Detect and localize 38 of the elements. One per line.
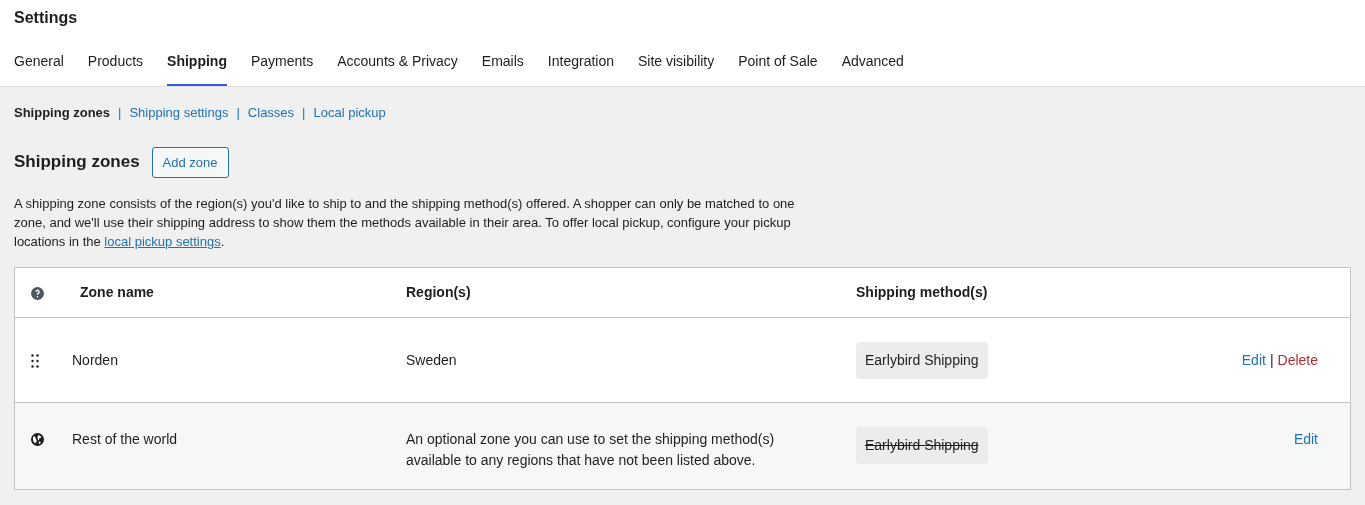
page-title: Settings <box>14 8 79 28</box>
subnav-link[interactable]: Classes <box>247 103 295 123</box>
shipping-method-tag: Earlybird Shipping <box>856 427 988 465</box>
settings-tab[interactable]: Site visibility <box>638 51 715 87</box>
column-header: Zone name <box>80 284 154 301</box>
edit-link[interactable]: Edit <box>1293 429 1318 451</box>
separator: | <box>236 104 240 123</box>
settings-tab[interactable]: Integration <box>547 51 614 87</box>
settings-tab[interactable]: Point of Sale <box>738 51 818 87</box>
settings-tab[interactable]: Emails <box>481 51 524 87</box>
region-text: Sweden <box>406 351 457 368</box>
region-text: An optional zone you can use to set the shipping method(s) available to any regions that have not been listed above. <box>406 431 775 469</box>
zone-name: Norden <box>72 351 118 368</box>
separator: | <box>1269 350 1274 370</box>
settings-tab[interactable]: Products <box>87 51 144 87</box>
column-header: Region(s) <box>406 284 471 301</box>
settings-tab[interactable]: General <box>14 51 64 87</box>
subnav-link[interactable]: Shipping settings <box>129 103 229 123</box>
column-header: Shipping method(s) <box>856 284 988 301</box>
subnav-link[interactable]: Shipping zones <box>14 103 111 123</box>
shipping-method-tag: Earlybird Shipping <box>856 341 988 379</box>
settings-tab[interactable]: Payments <box>250 51 314 87</box>
delete-link[interactable]: Delete <box>1277 349 1318 371</box>
add-zone-button[interactable]: Add zone <box>151 146 229 179</box>
subnav-link[interactable]: Local pickup <box>313 103 386 123</box>
description-text: A shipping zone consists of the region(s) you'd like to ship to and the shipping method(s) offered. A shopper can only be matched to one zone, and we'll use their shipping address to show them the methods available in their area. To offer local pickup, configure your pickup locations in the local pickup settings. <box>14 195 796 252</box>
separator: | <box>118 104 122 123</box>
settings-link[interactable]: local pickup settings <box>104 234 221 250</box>
separator: | <box>302 104 306 123</box>
settings-tab[interactable]: Accounts & Privacy <box>337 51 458 87</box>
zone-name: Rest of the world <box>72 431 178 448</box>
edit-link[interactable]: Edit <box>1241 349 1266 371</box>
drag-handle-icon[interactable] <box>31 354 39 368</box>
globe-icon <box>31 433 44 447</box>
help-icon <box>31 287 44 300</box>
section-heading: Shipping zones <box>14 152 140 173</box>
settings-tab[interactable]: Shipping <box>167 51 227 87</box>
settings-tab[interactable]: Advanced <box>841 51 904 87</box>
